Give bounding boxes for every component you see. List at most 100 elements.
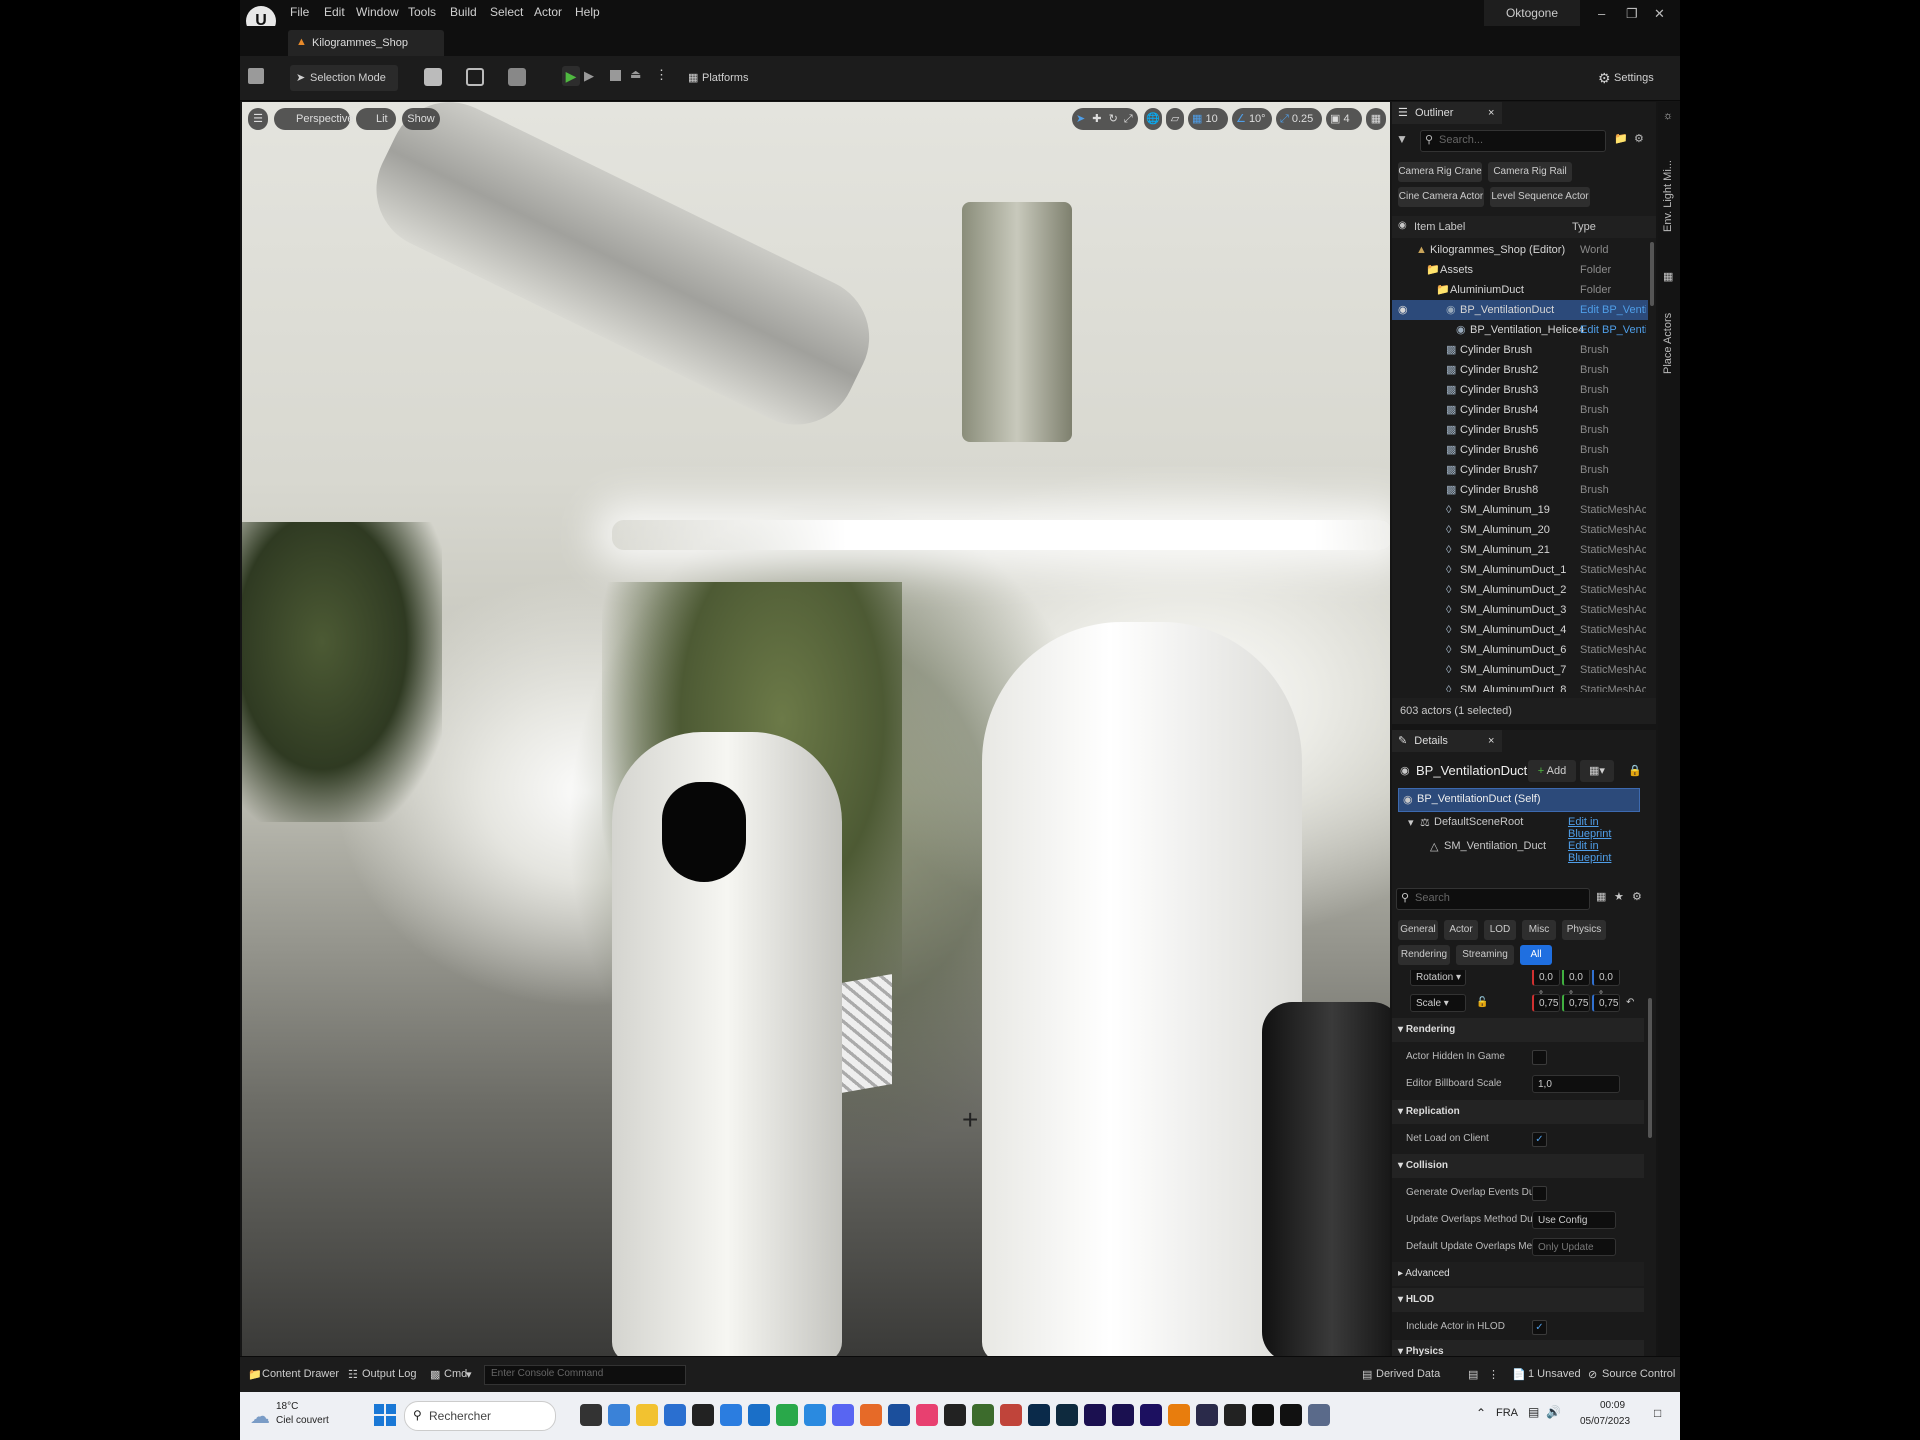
outliner-row[interactable]: ◊ SM_AluminumDuct_4 StaticMeshAc [1392,620,1648,640]
scale-dropdown[interactable]: Scale ▾ [1410,994,1466,1012]
app-icon-dark[interactable] [944,1404,966,1426]
gen-overlap-checkbox[interactable] [1532,1186,1547,1201]
after-effects-icon[interactable] [1112,1404,1134,1426]
lit-button[interactable]: Lit [356,108,396,130]
volume-icon[interactable]: 🔊 [1546,1405,1561,1419]
include-hlod-checkbox[interactable]: ✓ [1532,1320,1547,1335]
clock-time[interactable]: 00:09 [1600,1400,1625,1411]
language-indicator[interactable]: FRA [1496,1407,1518,1419]
todo-icon[interactable] [720,1404,742,1426]
menu-actor[interactable]: Actor [534,5,562,19]
output-log-button[interactable]: Output Log [362,1368,416,1380]
details-settings-icon[interactable]: ⚙ [1632,890,1642,903]
transform-tools[interactable]: ➤ ✚ ↻ ⤢ [1072,108,1138,130]
chatgpt-icon[interactable] [1224,1404,1246,1426]
document-tab[interactable]: ▲ Kilogrammes_Shop [288,30,444,56]
taskbar-search[interactable]: ⚲ Rechercher [404,1401,556,1431]
scale-snap-button[interactable]: ⤢ 0.25 [1276,108,1322,130]
details-scrollbar[interactable] [1648,998,1652,1138]
section-rendering[interactable]: ▾ Rendering [1392,1018,1644,1042]
rotation-snap-button[interactable]: ∠ 10° [1232,108,1272,130]
eject-icon[interactable]: ⏏ [630,67,641,81]
expand-icon[interactable]: ▾ [1408,816,1414,829]
outliner-row[interactable]: ◊ SM_AluminumDuct_7 StaticMeshAc [1392,660,1648,680]
media-encoder-icon[interactable] [1140,1404,1162,1426]
col-item-label[interactable]: Item Label [1414,221,1465,233]
more-icon[interactable]: ⋮ [1488,1368,1499,1381]
weather-icon[interactable]: ☁ [250,1404,270,1429]
menu-file[interactable]: File [290,5,309,19]
surface-snap-icon[interactable]: ▱ [1166,108,1184,130]
menu-select[interactable]: Select [490,5,523,19]
outliner-tab[interactable]: ☰ Outliner × [1392,102,1502,124]
menu-help[interactable]: Help [575,5,600,19]
section-advanced[interactable]: ▸ Advanced [1392,1262,1644,1286]
place-actors-tab[interactable]: Place Actors [1662,294,1674,374]
blender-icon[interactable] [1168,1404,1190,1426]
close-icon[interactable]: ✕ [1654,6,1665,22]
outliner-settings-icon[interactable]: ⚙ [1634,132,1644,145]
filter-rendering[interactable]: Rendering [1398,945,1450,965]
outliner-row[interactable]: ◊ SM_AluminumDuct_1 StaticMeshAc [1392,560,1648,580]
camera-speed-button[interactable]: ▣ 4 [1326,108,1362,130]
chip-camera-rig-crane[interactable]: Camera Rig Crane [1398,162,1482,182]
cmd-dropdown[interactable]: Cmd [444,1368,467,1380]
details-search[interactable]: ⚲ Search [1396,888,1590,910]
outliner-row[interactable]: ◊ SM_AluminumDuct_3 StaticMeshAc [1392,600,1648,620]
layout-icon[interactable]: ▦ [1366,108,1386,130]
section-replication[interactable]: ▾ Replication [1392,1100,1644,1124]
content-drawer-button[interactable]: Content Drawer [262,1368,339,1380]
world-space-icon[interactable]: 🌐 [1144,108,1162,130]
console-input[interactable]: Enter Console Command [484,1365,686,1385]
scale-z[interactable]: 0,75 [1592,994,1620,1012]
source-control-button[interactable]: Source Control [1602,1368,1675,1380]
net-load-checkbox[interactable]: ✓ [1532,1132,1547,1147]
lock-icon[interactable]: 🔒 [1628,764,1642,777]
derived-data-button[interactable]: Derived Data [1376,1368,1440,1380]
select-tool-icon[interactable]: ➤ [1076,113,1085,125]
unreal-engine-icon[interactable] [1252,1404,1274,1426]
scale-x[interactable]: 0,75 [1532,994,1560,1012]
blueprint-icon[interactable] [466,68,484,86]
col-type[interactable]: Type [1572,221,1596,233]
outliner-row[interactable]: ▩ Cylinder Brush8 Brush [1392,480,1648,500]
chevron-down-icon[interactable]: ▾ [466,1368,472,1381]
rotation-z[interactable]: 0,0 ° [1592,970,1620,1001]
outliner-row[interactable]: ▩ Cylinder Brush2 Brush [1392,360,1648,380]
close-outliner-icon[interactable]: × [1488,102,1494,124]
output-log-icon[interactable]: ☷ [348,1368,358,1381]
filter-icon[interactable]: ▼ [1396,132,1408,146]
outliner-row[interactable]: ◊ SM_AluminumDuct_6 StaticMeshAc [1392,640,1648,660]
content-drawer-icon[interactable]: 📁 [248,1368,262,1381]
outliner-row-type[interactable]: Edit BP_Venti [1580,300,1646,320]
derived-data-icon[interactable]: ▤ [1362,1368,1372,1381]
lightroom-icon[interactable] [1056,1404,1078,1426]
play-icon[interactable]: ▶ [562,66,580,86]
outliner-row[interactable]: ▩ Cylinder Brush3 Brush [1392,380,1648,400]
tray-chevron-icon[interactable]: ⌃ [1476,1406,1486,1420]
visibility-icon[interactable]: ◉ [1398,220,1407,231]
notification-icon[interactable]: □ [1654,1406,1661,1420]
chip-cine-camera-actor[interactable]: Cine Camera Actor [1398,187,1484,207]
unsaved-button[interactable]: 1 Unsaved [1528,1368,1581,1380]
add-component-button[interactable]: + Add [1528,760,1576,782]
outliner-row[interactable]: ◊ SM_AluminumDuct_2 StaticMeshAc [1392,580,1648,600]
menu-build[interactable]: Build [450,5,477,19]
favorites-icon[interactable]: ★ [1614,890,1624,903]
outliner-row[interactable]: ▩ Cylinder Brush6 Brush [1392,440,1648,460]
outliner-row[interactable]: 📁 AluminiumDuct Folder [1392,280,1648,300]
outliner-row[interactable]: ▩ Cylinder Brush5 Brush [1392,420,1648,440]
details-tab[interactable]: ✎ Details × [1392,730,1502,752]
billboard-scale-input[interactable]: 1,0 [1532,1075,1620,1093]
outliner-scrollbar[interactable] [1650,242,1654,306]
edit-in-blueprint-link-2[interactable]: Edit in Blueprint [1568,840,1638,864]
add-actor-icon[interactable] [424,68,442,86]
whatsapp-icon[interactable] [776,1404,798,1426]
filter-streaming[interactable]: Streaming [1456,945,1514,965]
section-collision[interactable]: ▾ Collision [1392,1154,1644,1178]
default-update-select[interactable]: Only Update Mov [1532,1238,1616,1256]
photoshop-icon[interactable] [1028,1404,1050,1426]
outliner-row[interactable]: ◊ SM_AluminumDuct_8 StaticMeshAc [1392,680,1648,692]
component-sm-ventilation-duct[interactable]: △ SM_Ventilation_Duct Edit in Blueprint [1398,836,1638,864]
rotation-x[interactable]: 0,0 ° [1532,970,1560,1001]
